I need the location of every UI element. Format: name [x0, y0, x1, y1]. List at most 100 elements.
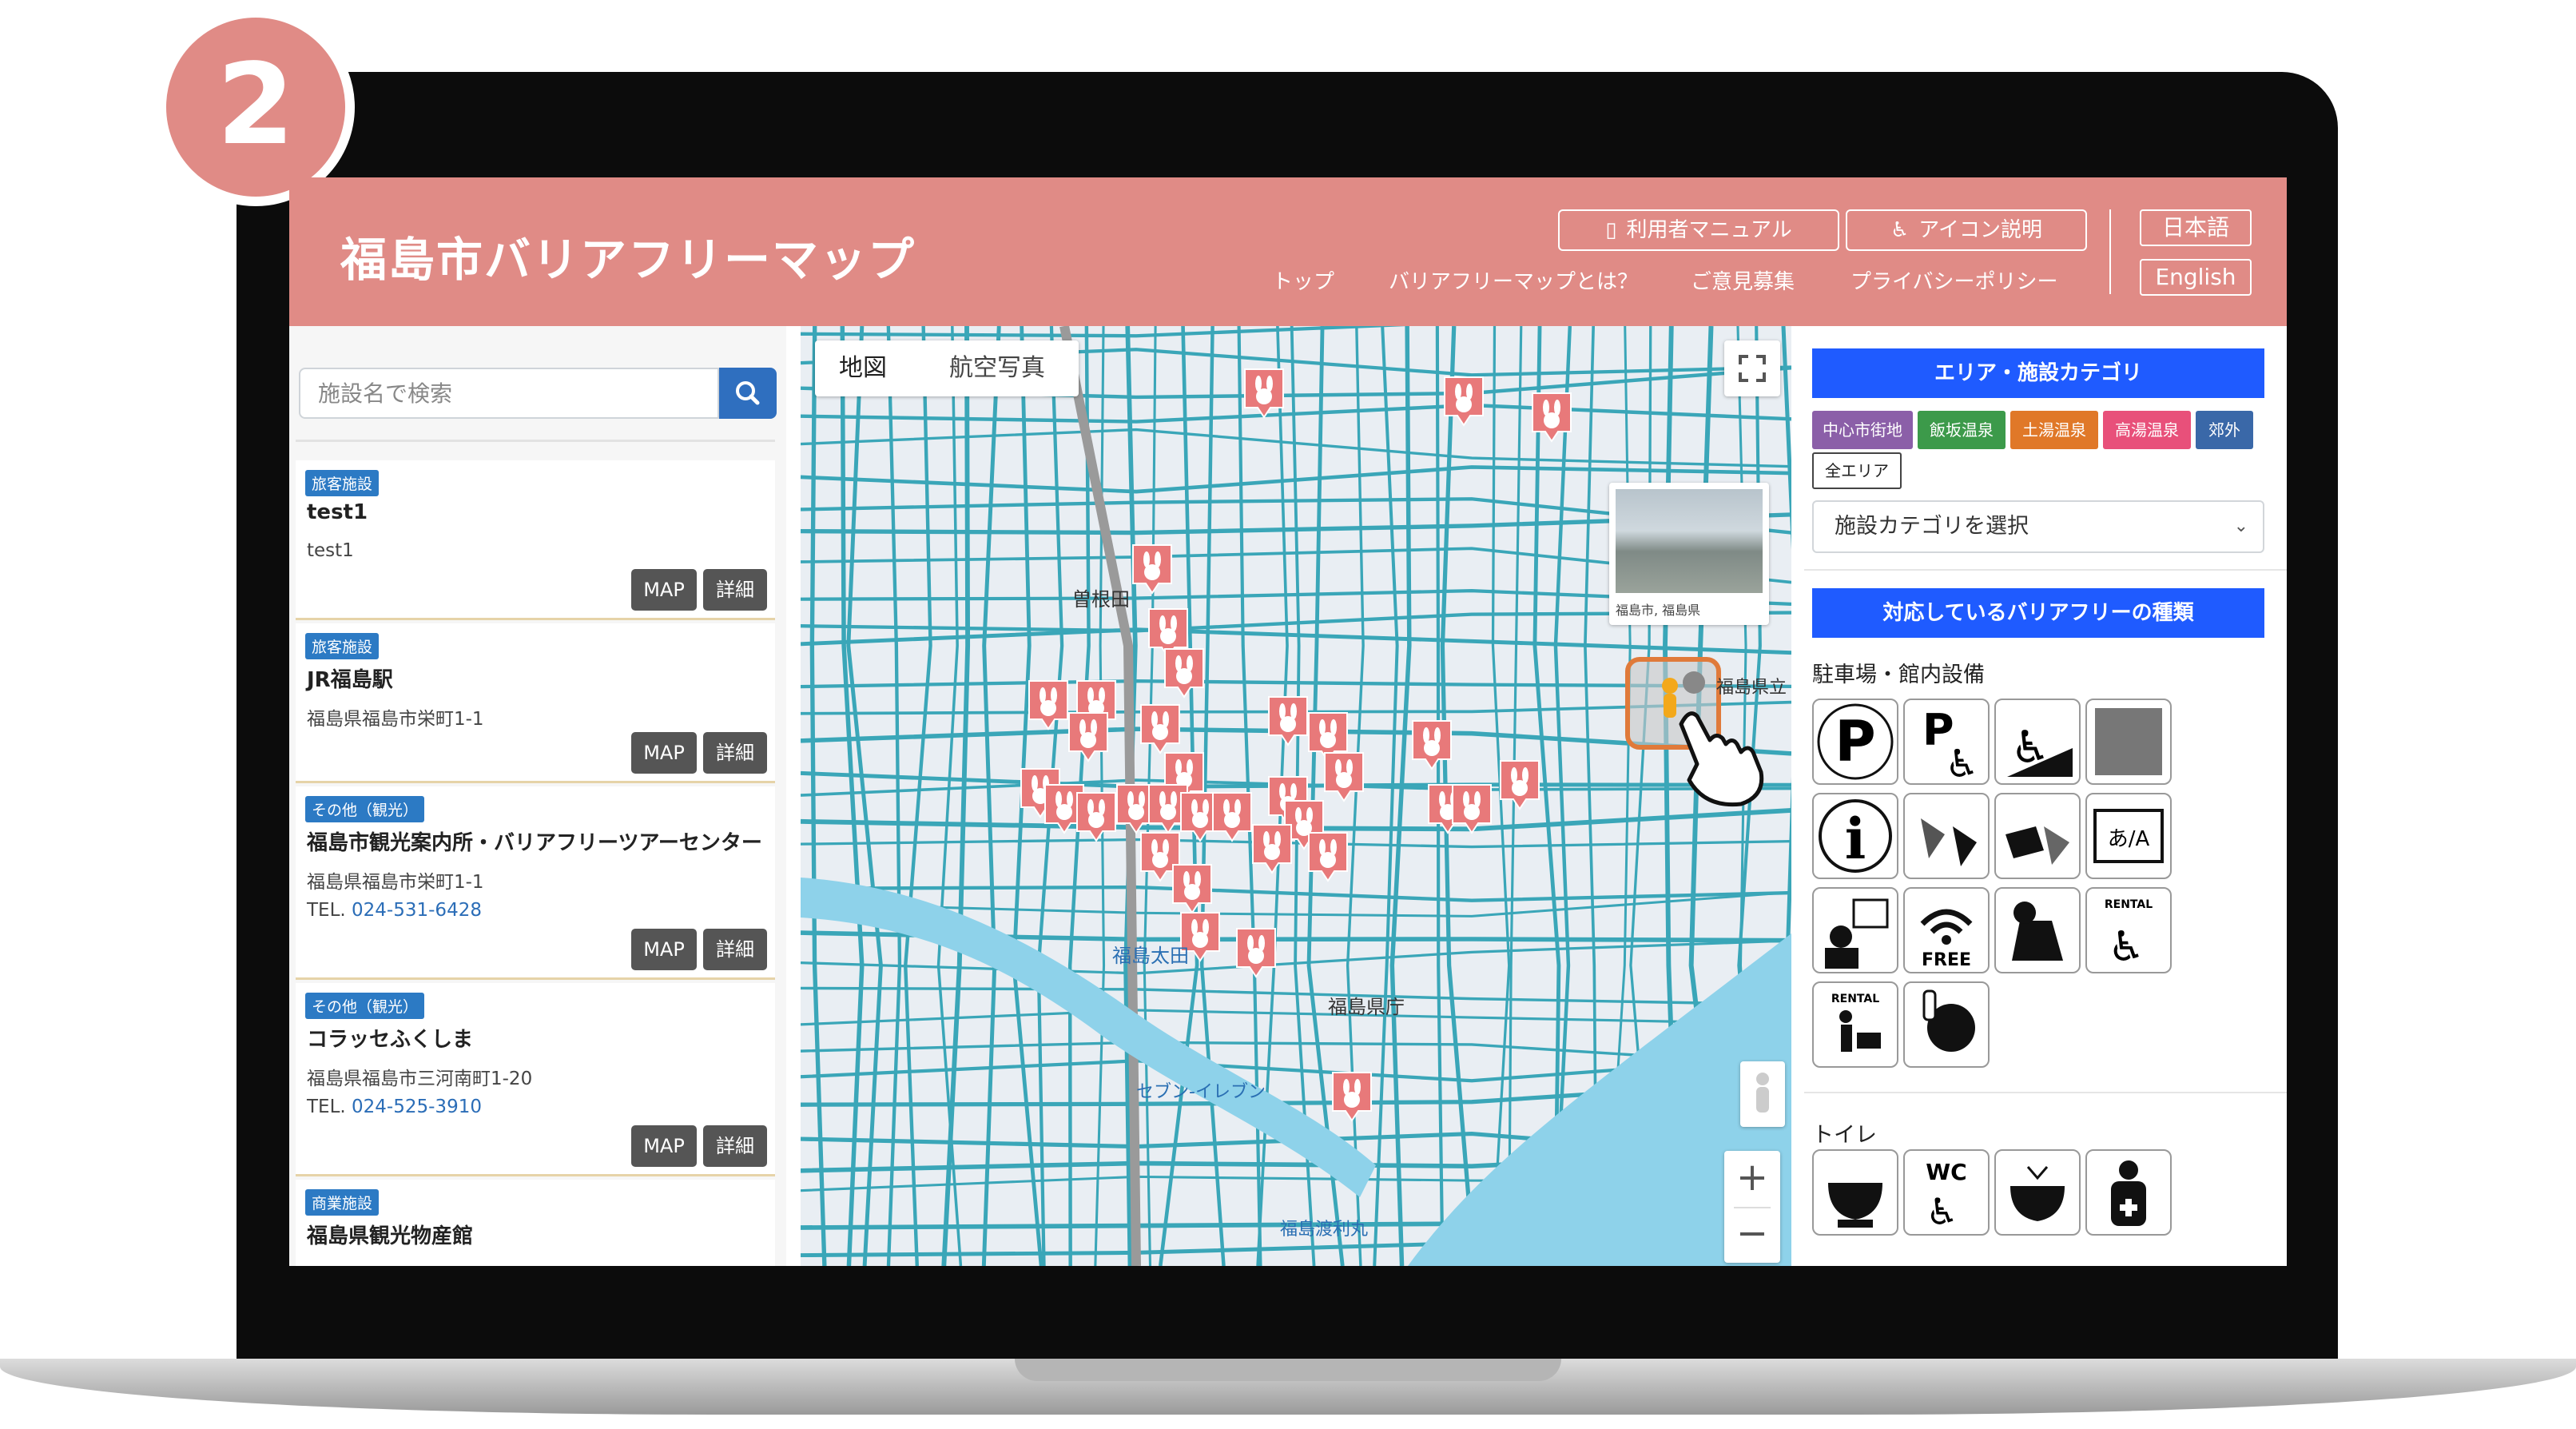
area-button-tsuchiyu[interactable]: 土湯温泉 [2010, 411, 2098, 449]
map-view[interactable]: 地図 航空写真 福島市, 福島県 + − 曽根田 福島太田 福島県庁 福島渡利丸… [801, 326, 1791, 1266]
street-map[interactable] [801, 326, 1791, 1266]
multilingual-icon[interactable]: あ/A [2085, 793, 2172, 879]
area-button-iizaka[interactable]: 飯坂温泉 [1918, 411, 2006, 449]
accessible-parking-icon-graphic: P♿ [1922, 705, 1979, 783]
filter-panel: エリア・施設カテゴリ 中心市街地 飯坂温泉 土湯温泉 高湯温泉 郊外 全エリア … [1804, 326, 2287, 1266]
wheelchair-icon: ♿ [1890, 218, 1910, 242]
user-manual-button[interactable]: ▯ 利用者マニュアル [1558, 209, 1839, 251]
tel-link[interactable]: 024-525-3910 [352, 1097, 482, 1117]
accessible-parking-icon[interactable]: P ♿ [1903, 699, 1990, 785]
step-badge: 2 [157, 8, 355, 206]
nav-privacy[interactable]: プライバシーポリシー [1851, 265, 2057, 295]
braille-block-icon[interactable] [2085, 699, 2172, 785]
road [904, 326, 932, 1266]
facility-marker[interactable] [1164, 648, 1204, 699]
facility-marker[interactable] [1212, 792, 1252, 842]
facility-address: 福島県福島市三河南町1-20 [307, 1069, 533, 1089]
facility-marker[interactable] [1252, 824, 1292, 874]
search-input[interactable] [299, 368, 719, 419]
facility-marker[interactable] [1452, 784, 1492, 834]
toilet-icon[interactable] [1812, 1149, 1898, 1236]
nav-about[interactable]: バリアフリーマップとは？ [1389, 265, 1638, 295]
road [840, 326, 865, 1266]
nav-feedback[interactable]: ご意見募集 [1691, 265, 1795, 295]
river [801, 878, 1376, 1197]
phone-icon: ▯ [1605, 218, 1617, 242]
map-button[interactable]: MAP [631, 732, 697, 774]
facility-marker[interactable] [1308, 832, 1348, 882]
nav-top[interactable]: トップ [1272, 265, 1334, 295]
area-category-heading: エリア・施設カテゴリ [1812, 348, 2264, 398]
map-button[interactable]: MAP [631, 929, 697, 970]
area-button-takayu[interactable]: 高湯温泉 [2103, 411, 2191, 449]
facility-marker[interactable] [1140, 704, 1180, 754]
facility-name: コラッセふくしま [307, 1028, 474, 1052]
tab-aerial[interactable]: 航空写真 [949, 340, 1045, 396]
slope-icon[interactable]: ♿ [1994, 699, 2081, 785]
baby-care-icon-graphic [1922, 989, 1975, 1052]
lang-ja-button[interactable]: 日本語 [2140, 209, 2252, 246]
svg-text:FREE: FREE [1922, 950, 1971, 970]
list-divider [296, 440, 775, 442]
fullscreen-button[interactable] [1724, 340, 1780, 396]
svg-text:P: P [1835, 709, 1875, 774]
area-button-center[interactable]: 中心市街地 [1812, 411, 1913, 449]
zoom-in-button[interactable]: + [1724, 1151, 1780, 1207]
pegman-button[interactable] [1740, 1061, 1785, 1127]
facility-marker[interactable] [1500, 760, 1540, 810]
baby-care-icon[interactable] [1903, 981, 1990, 1068]
interpreter-icon[interactable] [1812, 887, 1898, 973]
facility-marker[interactable] [1236, 928, 1276, 978]
information-icon[interactable]: i [1812, 793, 1898, 879]
parking-icon-graphic: P [1817, 703, 1894, 780]
tel-link[interactable]: 024-531-6428 [352, 900, 482, 921]
accessible-toilet-icon[interactable]: WC ♿ [1903, 1149, 1990, 1236]
rental-wheelchair-icon-graphic: RENTAL ♿ [2105, 898, 2153, 971]
facility-marker[interactable] [1244, 368, 1284, 419]
facility-marker[interactable] [1028, 680, 1068, 730]
writing-board-icon[interactable] [1994, 793, 2081, 879]
facility-tel: TEL. 024-531-6428 [307, 900, 482, 921]
map-button[interactable]: MAP [631, 569, 697, 611]
free-wifi-icon[interactable]: FREE [1903, 887, 1990, 973]
icon-help-button[interactable]: ♿ アイコン説明 [1846, 209, 2087, 251]
map-button[interactable]: MAP [631, 1125, 697, 1167]
search-button[interactable] [719, 368, 777, 419]
lang-en-button[interactable]: English [2140, 259, 2252, 296]
zoom-out-button[interactable]: − [1724, 1208, 1780, 1261]
ostomate-icon[interactable] [2085, 1149, 2172, 1236]
category-badge: その他（観光） [305, 796, 425, 822]
facility-marker[interactable] [1172, 864, 1212, 914]
svg-text:RENTAL: RENTAL [2105, 898, 2153, 911]
accessible-toilet-icon-graphic: WC ♿ [1926, 1159, 1967, 1233]
detail-button[interactable]: 詳細 [703, 732, 767, 774]
facility-marker[interactable] [1268, 696, 1308, 746]
sign-language-icon[interactable] [1903, 793, 1990, 879]
area-button-suburb[interactable]: 郊外 [2196, 411, 2253, 449]
streetview-preview[interactable]: 福島市, 福島県 [1609, 483, 1769, 625]
map-label: 福島県立 [1716, 678, 1787, 698]
site-title[interactable]: 福島市バリアフリーマップ [340, 222, 916, 289]
facility-name: 福島県観光物産館 [307, 1224, 474, 1248]
map-label: 福島太田 [1112, 945, 1189, 967]
category-badge: 旅客施設 [305, 633, 380, 659]
map-label: 曽根田 [1072, 588, 1130, 611]
all-area-button[interactable]: 全エリア [1812, 452, 1902, 489]
category-select[interactable]: 施設カテゴリを選択 ⌄ [1812, 500, 2264, 553]
parking-icon[interactable]: P [1812, 699, 1898, 785]
facility-marker[interactable] [1132, 544, 1172, 595]
tab-map[interactable]: 地図 [839, 340, 887, 396]
facility-marker[interactable] [1324, 752, 1364, 802]
list-item: 旅客施設 test1 test1 MAP 詳細 [296, 460, 775, 620]
detail-button[interactable]: 詳細 [703, 1125, 767, 1167]
svg-text:あ/A: あ/A [2108, 827, 2150, 851]
facility-marker[interactable] [1332, 1072, 1372, 1122]
guide-dog-icon[interactable] [1994, 887, 2081, 973]
facility-marker[interactable] [1076, 792, 1116, 842]
detail-button[interactable]: 詳細 [703, 569, 767, 611]
guide-dog-icon-graphic [2012, 902, 2063, 961]
detail-button[interactable]: 詳細 [703, 929, 767, 970]
washlet-icon[interactable] [1994, 1149, 2081, 1236]
rental-stroller-icon[interactable]: RENTAL [1812, 981, 1898, 1068]
rental-wheelchair-icon[interactable]: RENTAL ♿ [2085, 887, 2172, 973]
